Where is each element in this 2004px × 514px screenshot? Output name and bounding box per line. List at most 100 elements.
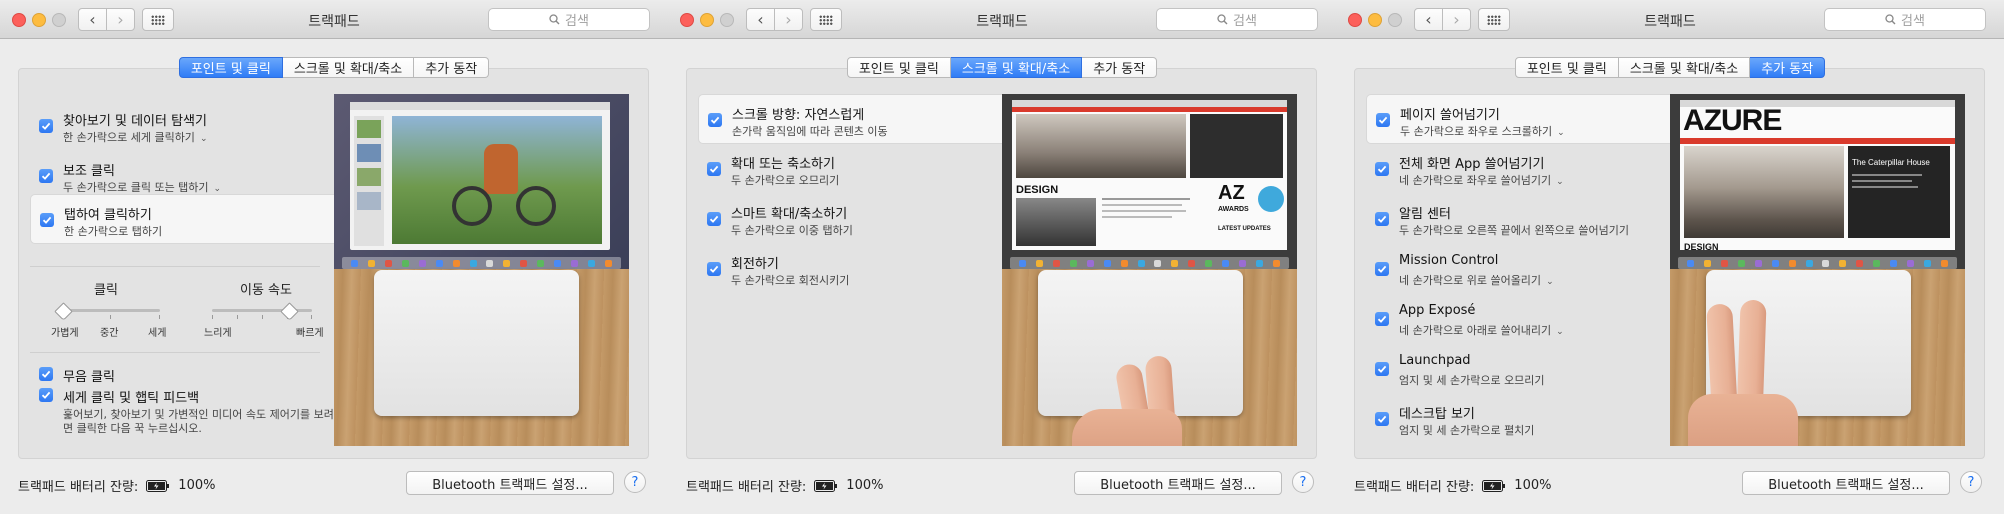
tab-point-click[interactable]: 포인트 및 클릭	[1514, 57, 1619, 78]
option-subtitle: 네 손가락으로 아래로 쓸어내리기	[1399, 324, 1552, 337]
checkbox[interactable]	[39, 388, 53, 402]
preview-bike-wheel	[452, 186, 492, 226]
option-subtitle: 두 손가락으로 이중 탭하기	[731, 224, 853, 237]
option-tap-to-click[interactable]: 탭하여 클릭하기 한 손가락으로 탭하기	[30, 194, 354, 244]
search-field[interactable]: 검색	[1824, 8, 1986, 31]
preview-screen: DESIGN AZ AWARDS LATEST UPDATES	[1002, 94, 1297, 269]
chevron-down-icon[interactable]: ⌄	[1546, 277, 1554, 287]
option-subtitle: 두 손가락으로 오므리기	[731, 174, 840, 187]
preview-azure-logo: AZURE	[1683, 104, 1782, 137]
click-slider-track[interactable]	[60, 309, 160, 312]
chevron-down-icon[interactable]: ⌄	[1556, 177, 1564, 187]
checkbox[interactable]	[1375, 362, 1389, 376]
help-button[interactable]: ?	[624, 471, 646, 493]
checkmark-icon	[709, 165, 719, 173]
chevron-down-icon[interactable]: ⌄	[214, 184, 222, 194]
gesture-preview: DESIGN AZ AWARDS LATEST UPDATES	[1002, 94, 1297, 446]
checkbox[interactable]	[1376, 113, 1390, 127]
bluetooth-settings-button[interactable]: Bluetooth 트랙패드 설정...	[1074, 471, 1282, 495]
preview-thumbnail	[357, 168, 381, 186]
preview-hand	[1688, 394, 1798, 446]
checkbox[interactable]	[39, 367, 53, 381]
option-show-desktop[interactable]: 데스크탑 보기 엄지 및 세 손가락으로 펼치기	[1362, 394, 1662, 444]
tab-scroll-zoom[interactable]: 스크롤 및 확대/축소	[950, 57, 1083, 78]
option-subtitle: 두 손가락으로 회전시키기	[731, 274, 850, 287]
checkbox[interactable]	[40, 213, 54, 227]
checkbox[interactable]	[1375, 212, 1389, 226]
option-title: 스크롤 방향: 자연스럽게	[732, 108, 865, 123]
click-slider-label: 클릭	[94, 283, 118, 298]
battery-status: 트랙패드 배터리 잔량: 100%	[1354, 476, 1551, 495]
slider-tick	[311, 315, 312, 319]
battery-label: 트랙패드 배터리 잔량:	[686, 480, 807, 495]
checkmark-icon	[1377, 365, 1387, 373]
search-field[interactable]: 검색	[1156, 8, 1318, 31]
option-title: Launchpad	[1399, 353, 1471, 368]
option-swipe-fullscreen-apps[interactable]: 전체 화면 App 쓸어넘기기 네 손가락으로 좌우로 쓸어넘기기 ⌄	[1362, 144, 1662, 194]
option-force-click[interactable]: 세게 클릭 및 햅틱 피드백 훑어보기, 찾아보기 및 가변적인 미디어 속도 …	[26, 382, 334, 442]
option-mission-control[interactable]: Mission Control 네 손가락으로 위로 쓸어올리기 ⌄	[1362, 244, 1662, 294]
chevron-down-icon[interactable]: ⌄	[1557, 128, 1565, 138]
bluetooth-settings-button[interactable]: Bluetooth 트랙패드 설정...	[406, 471, 614, 495]
option-title: App Exposé	[1399, 303, 1476, 318]
tab-more-gestures[interactable]: 추가 동작	[414, 57, 490, 78]
checkmark-icon	[709, 265, 719, 273]
option-zoom[interactable]: 확대 또는 축소하기 두 손가락으로 오므리기	[694, 144, 994, 194]
option-notification-center[interactable]: 알림 센터 두 손가락으로 오른쪽 끝에서 왼쪽으로 쓸어넘기기	[1362, 194, 1662, 244]
option-scroll-direction[interactable]: 스크롤 방향: 자연스럽게 손가락 움직임에 따라 콘텐츠 이동	[698, 94, 1022, 144]
option-launchpad[interactable]: Launchpad 엄지 및 세 손가락으로 오므리기	[1362, 344, 1662, 394]
option-smart-zoom[interactable]: 스마트 확대/축소하기 두 손가락으로 이중 탭하기	[694, 194, 994, 244]
checkmark-icon	[41, 370, 51, 378]
tab-more-gestures[interactable]: 추가 동작	[1750, 57, 1826, 78]
search-field[interactable]: 검색	[488, 8, 650, 31]
checkbox[interactable]	[1375, 262, 1389, 276]
checkmark-icon	[1377, 265, 1387, 273]
checkbox[interactable]	[707, 212, 721, 226]
option-title: 전체 화면 App 쓸어넘기기	[1399, 157, 1545, 172]
preview-screen: AZURE The Caterpillar House DESIGN	[1670, 94, 1965, 269]
preview-site-nav	[1680, 138, 1955, 144]
tab-more-gestures[interactable]: 추가 동작	[1082, 57, 1158, 78]
preview-headline: The Caterpillar House	[1852, 158, 1930, 167]
help-button[interactable]: ?	[1960, 471, 1982, 493]
slider-tick	[212, 315, 213, 319]
checkbox[interactable]	[39, 119, 53, 133]
checkbox[interactable]	[1375, 412, 1389, 426]
search-icon	[1885, 14, 1896, 25]
preview-dock	[1678, 257, 1957, 269]
preview-browser-toolbar	[1012, 100, 1287, 107]
option-title: 탭하여 클릭하기	[64, 208, 152, 223]
tab-point-click[interactable]: 포인트 및 클릭	[846, 57, 951, 78]
titlebar: ‹ › 트랙패드 검색	[1336, 0, 2004, 39]
checkbox[interactable]	[708, 113, 722, 127]
checkbox[interactable]	[1375, 162, 1389, 176]
checkbox[interactable]	[707, 262, 721, 276]
preview-thumbnail	[357, 120, 381, 138]
chevron-down-icon[interactable]: ⌄	[1556, 327, 1564, 337]
bluetooth-settings-button[interactable]: Bluetooth 트랙패드 설정...	[1742, 471, 1950, 495]
option-rotate[interactable]: 회전하기 두 손가락으로 회전시키기	[694, 244, 994, 294]
option-subtitle: 두 손가락으로 오른쪽 끝에서 왼쪽으로 쓸어넘기기	[1399, 224, 1630, 237]
search-icon	[1217, 14, 1228, 25]
checkmark-icon	[1377, 415, 1387, 423]
chevron-down-icon[interactable]: ⌄	[200, 134, 208, 144]
option-subtitle: 한 손가락으로 세게 클릭하기	[63, 131, 195, 144]
tick-label: 중간	[100, 328, 119, 339]
preview-site-nav	[1012, 107, 1287, 112]
tick-label: 느리게	[204, 328, 232, 339]
preview-az-logo: AZ	[1218, 182, 1245, 204]
option-app-expose[interactable]: App Exposé 네 손가락으로 아래로 쓸어내리기 ⌄	[1362, 294, 1662, 344]
help-button[interactable]: ?	[1292, 471, 1314, 493]
battery-status: 트랙패드 배터리 잔량: 100%	[18, 476, 215, 495]
option-lookup[interactable]: 찾아보기 및 데이터 탐색기 한 손가락으로 세게 클릭하기 ⌄	[26, 101, 326, 151]
tab-scroll-zoom[interactable]: 스크롤 및 확대/축소	[282, 57, 415, 78]
search-placeholder: 검색	[565, 14, 589, 29]
option-swipe-pages[interactable]: 페이지 쓸어넘기기 두 손가락으로 좌우로 스크롤하기 ⌄	[1366, 94, 1690, 144]
checkbox[interactable]	[1375, 312, 1389, 326]
option-subtitle: 엄지 및 세 손가락으로 오므리기	[1399, 374, 1545, 387]
checkbox[interactable]	[707, 162, 721, 176]
tab-point-click[interactable]: 포인트 및 클릭	[178, 57, 283, 78]
preview-product-photo	[1016, 198, 1096, 246]
checkbox[interactable]	[39, 169, 53, 183]
tab-scroll-zoom[interactable]: 스크롤 및 확대/축소	[1618, 57, 1751, 78]
